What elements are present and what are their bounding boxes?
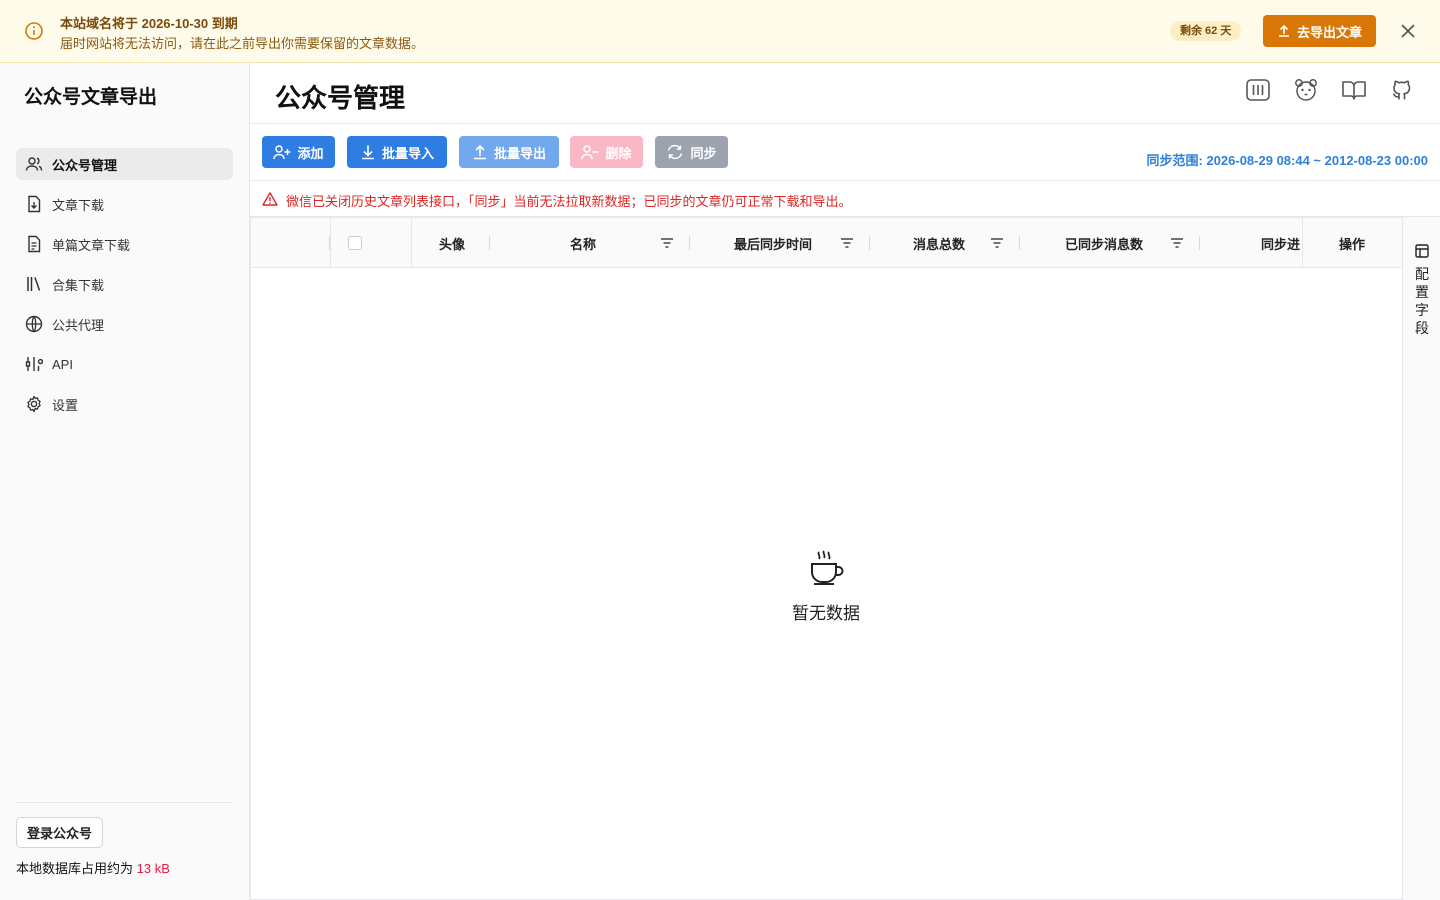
close-icon[interactable]: [1398, 20, 1418, 42]
column-separator: [1019, 236, 1020, 250]
delete-label: 删除: [605, 145, 632, 161]
table-columns-icon: [1415, 244, 1429, 258]
db-usage-value: 13 kB: [136, 861, 170, 876]
filter-icon[interactable]: [840, 236, 854, 250]
select-all-checkbox[interactable]: [348, 236, 362, 250]
column-separator: [1199, 236, 1200, 250]
book-open-icon[interactable]: [1341, 77, 1367, 103]
app-title: 公众号文章导出: [24, 87, 158, 108]
batch-import-label: 批量导入: [381, 145, 434, 161]
batch-import-button[interactable]: 批量导入: [347, 136, 447, 168]
file-text-icon: [24, 234, 44, 254]
column-separator: [869, 236, 870, 250]
column-border: [330, 218, 331, 268]
user-minus-icon: [581, 145, 599, 160]
go-export-button[interactable]: 去导出文章: [1263, 15, 1376, 47]
sidebar-item-single-article-download[interactable]: 单篇文章下载: [16, 228, 233, 260]
login-account-button[interactable]: 登录公众号: [16, 817, 103, 848]
column-separator: [689, 236, 690, 250]
coffee-cup-icon: [811, 550, 844, 585]
db-usage: 本地数据库占用约为 13 kB: [16, 858, 170, 877]
sync-button[interactable]: 同步: [655, 136, 728, 168]
github-icon[interactable]: [1389, 77, 1415, 103]
sidebar-item-label: API: [52, 356, 73, 372]
sidebar-item-account-management[interactable]: 公众号管理: [16, 148, 233, 180]
sidebar-item-public-proxy[interactable]: 公共代理: [16, 308, 233, 340]
empty-state: 暂无数据: [776, 548, 876, 624]
user-plus-icon: [273, 145, 291, 160]
sidebar-item-collection-download[interactable]: 合集下载: [16, 268, 233, 300]
file-download-icon: [24, 194, 44, 214]
sidebar-item-article-download[interactable]: 文章下载: [16, 188, 233, 220]
sidebar-divider: [16, 802, 233, 803]
page-title: 公众号管理: [275, 83, 406, 113]
sidebar-item-label: 合集下载: [52, 277, 105, 293]
warning-notice: 微信已关闭历史文章列表接口，「同步」当前无法拉取新数据；已同步的文章仍可正常下载…: [250, 181, 1440, 217]
column-separator: [489, 236, 490, 250]
users-icon: [24, 154, 44, 174]
add-button[interactable]: 添加: [262, 136, 335, 168]
sidebar-item-api[interactable]: API: [16, 348, 233, 380]
library-icon: [24, 274, 44, 294]
filter-icon[interactable]: [660, 236, 674, 250]
configure-fields-label: 配置字段: [1415, 266, 1429, 336]
sidebar-item-settings[interactable]: 设置: [16, 388, 233, 420]
column-header-actions: 操作: [1338, 236, 1365, 252]
empty-state-text: 暂无数据: [792, 604, 860, 623]
batch-export-label: 批量导出: [493, 145, 546, 161]
column-header-last-sync: 最后同步时间: [733, 236, 812, 252]
upload-icon: [473, 144, 486, 160]
banner-message: 届时网站将无法访问，请在此之前导出你需要保留的文章数据。: [60, 36, 425, 51]
api-icon: [24, 354, 44, 374]
sync-range-text: 同步范围: 2026-08-29 08:44 ~ 2012-08-23 00:0…: [1146, 153, 1428, 168]
warning-text: 微信已关闭历史文章列表接口，「同步」当前无法拉取新数据；已同步的文章仍可正常下载…: [286, 194, 852, 209]
panda-icon[interactable]: [1293, 77, 1319, 103]
delete-button[interactable]: 删除: [570, 136, 643, 168]
column-header-synced-messages: 已同步消息数: [1064, 236, 1143, 252]
remaining-days-badge: 剩余 62 天: [1170, 21, 1242, 41]
banner-title: 本站域名将于 2026-10-30 到期: [60, 16, 238, 31]
info-icon: [25, 22, 43, 40]
toolbar: 添加 批量导入 批量导出 删除 同步 同步范围: 2026-08-29 08:4…: [250, 124, 1440, 181]
columns-icon[interactable]: [1245, 77, 1271, 103]
expiry-banner: 本站域名将于 2026-10-30 到期 届时网站将无法访问，请在此之前导出你需…: [0, 0, 1440, 63]
globe-icon: [24, 314, 44, 334]
go-export-label: 去导出文章: [1296, 24, 1362, 40]
column-header-total-messages: 消息总数: [912, 236, 965, 252]
sidebar: 公众号文章导出 公众号管理 文章下载 单篇文章下载 合集下载 公共代理 API …: [0, 63, 250, 900]
filter-icon[interactable]: [990, 236, 1004, 250]
column-header-name: 名称: [569, 236, 596, 252]
page-header: 公众号管理: [250, 63, 1440, 124]
upload-icon: [1278, 24, 1289, 37]
sidebar-item-label: 文章下载: [52, 197, 105, 213]
download-icon: [361, 145, 374, 160]
sidebar-item-label: 设置: [52, 397, 79, 413]
column-header-avatar: 头像: [438, 236, 465, 252]
db-usage-label: 本地数据库占用约为: [16, 861, 137, 876]
batch-export-button[interactable]: 批量导出: [459, 136, 559, 168]
refresh-icon: [668, 144, 683, 160]
sidebar-item-label: 公众号管理: [52, 157, 118, 173]
add-label: 添加: [297, 145, 324, 161]
configure-fields-panel[interactable]: 配置字段: [1402, 217, 1440, 900]
alert-triangle-icon: [262, 192, 278, 206]
sidebar-nav: 公众号管理 文章下载 单篇文章下载 合集下载 公共代理 API 设置: [16, 148, 233, 428]
accounts-table: 头像 名称 最后同步时间 消息总数 已同步消息数 同步进 操作 暂无数据: [250, 217, 1402, 900]
column-header-sync-progress: 同步进: [1261, 236, 1301, 252]
table-header: 头像 名称 最后同步时间 消息总数 已同步消息数 同步进 操作: [251, 218, 1402, 268]
sync-label: 同步: [690, 145, 717, 161]
sidebar-item-label: 公共代理: [52, 317, 105, 333]
gear-icon: [24, 394, 44, 414]
filter-icon[interactable]: [1170, 236, 1184, 250]
sidebar-item-label: 单篇文章下载: [52, 237, 131, 253]
